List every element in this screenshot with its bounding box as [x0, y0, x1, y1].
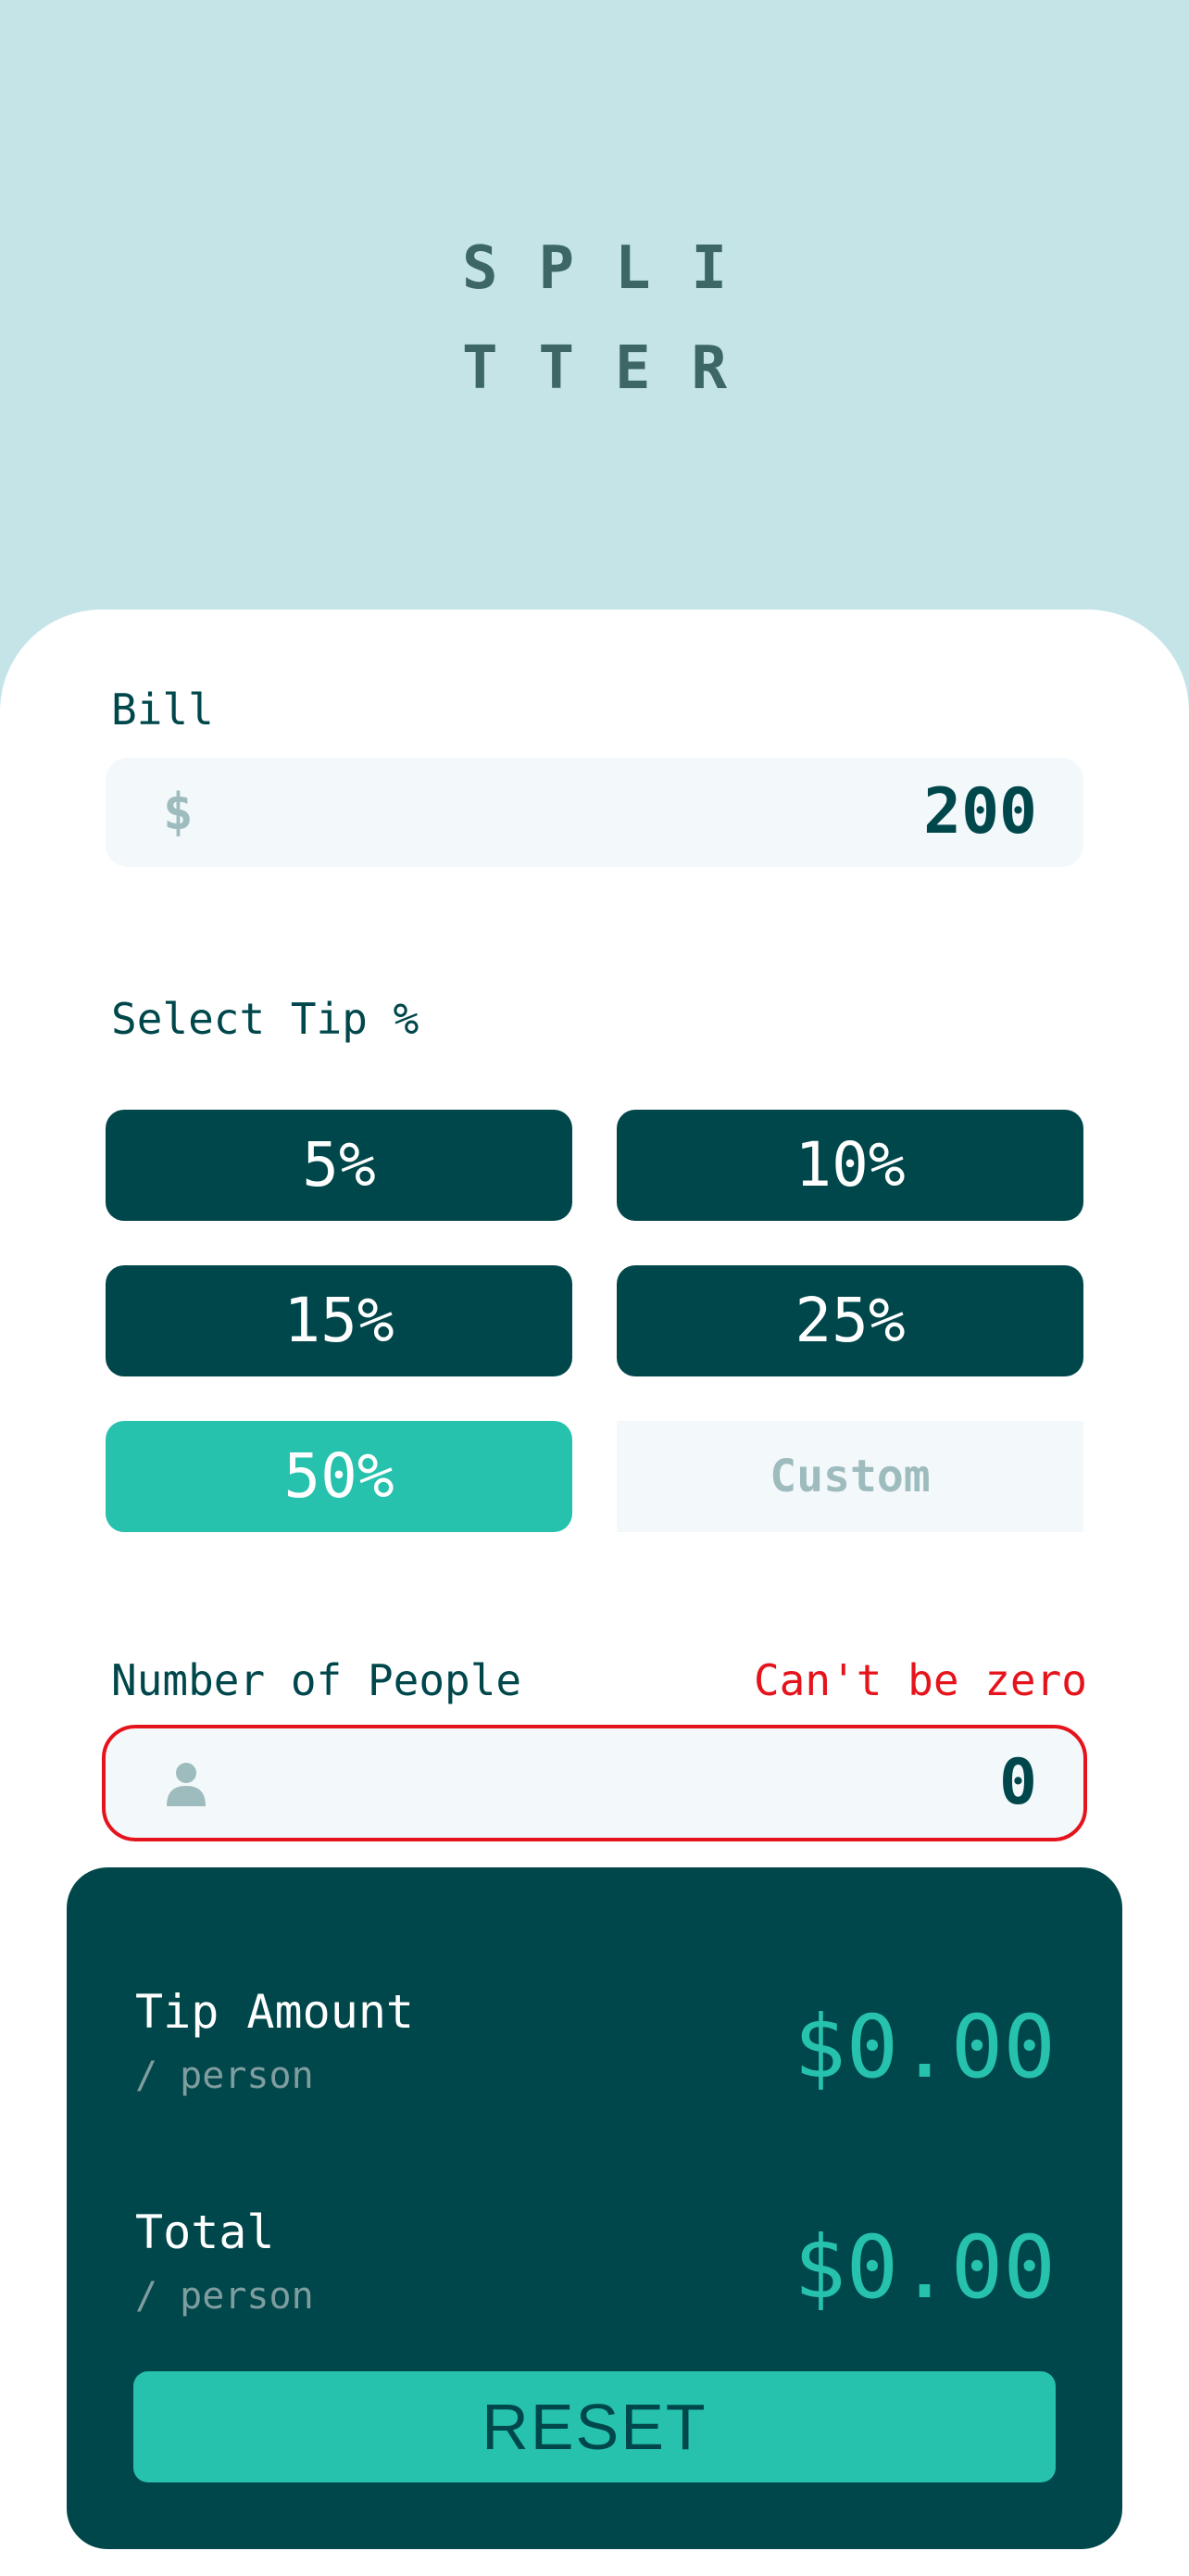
- custom-tip-input[interactable]: Custom: [617, 1421, 1083, 1532]
- results-panel: Tip Amount / person $0.00 Total / person…: [67, 1867, 1122, 2549]
- tip-button-50[interactable]: 50%: [106, 1421, 572, 1532]
- tip-label: Select Tip %: [111, 994, 419, 1044]
- tip-button-15[interactable]: 15%: [106, 1265, 572, 1376]
- tip-button-5[interactable]: 5%: [106, 1110, 572, 1221]
- people-label: Number of People: [111, 1655, 522, 1705]
- dollar-icon: $: [163, 783, 194, 841]
- people-error-message: Can't be zero: [753, 1655, 1087, 1705]
- bill-label: Bill: [111, 685, 214, 735]
- logo-line-1: SPLI: [461, 234, 769, 303]
- total-label: Total: [135, 2205, 275, 2259]
- people-value: 0: [999, 1746, 1037, 1819]
- tip-amount-label: Tip Amount: [135, 1985, 415, 2039]
- bill-value: 200: [923, 775, 1037, 848]
- tip-button-10[interactable]: 10%: [617, 1110, 1083, 1221]
- tip-button-25[interactable]: 25%: [617, 1265, 1083, 1376]
- splitter-app: SPLI TTER Bill $ 200 Select Tip % 5% 10%…: [0, 0, 1189, 2576]
- tip-amount-value: $0.00: [794, 1997, 1056, 2098]
- logo-line-2: TTER: [461, 334, 769, 403]
- tip-amount-per-person-label: / person: [135, 2055, 314, 2097]
- bill-input[interactable]: $ 200: [106, 758, 1083, 867]
- app-logo: SPLI TTER: [0, 219, 1189, 419]
- total-value: $0.00: [794, 2218, 1056, 2318]
- reset-button[interactable]: RESET: [133, 2371, 1056, 2482]
- people-input[interactable]: 0: [102, 1725, 1087, 1841]
- total-per-person-label: / person: [135, 2275, 314, 2318]
- person-icon: [167, 1763, 206, 1806]
